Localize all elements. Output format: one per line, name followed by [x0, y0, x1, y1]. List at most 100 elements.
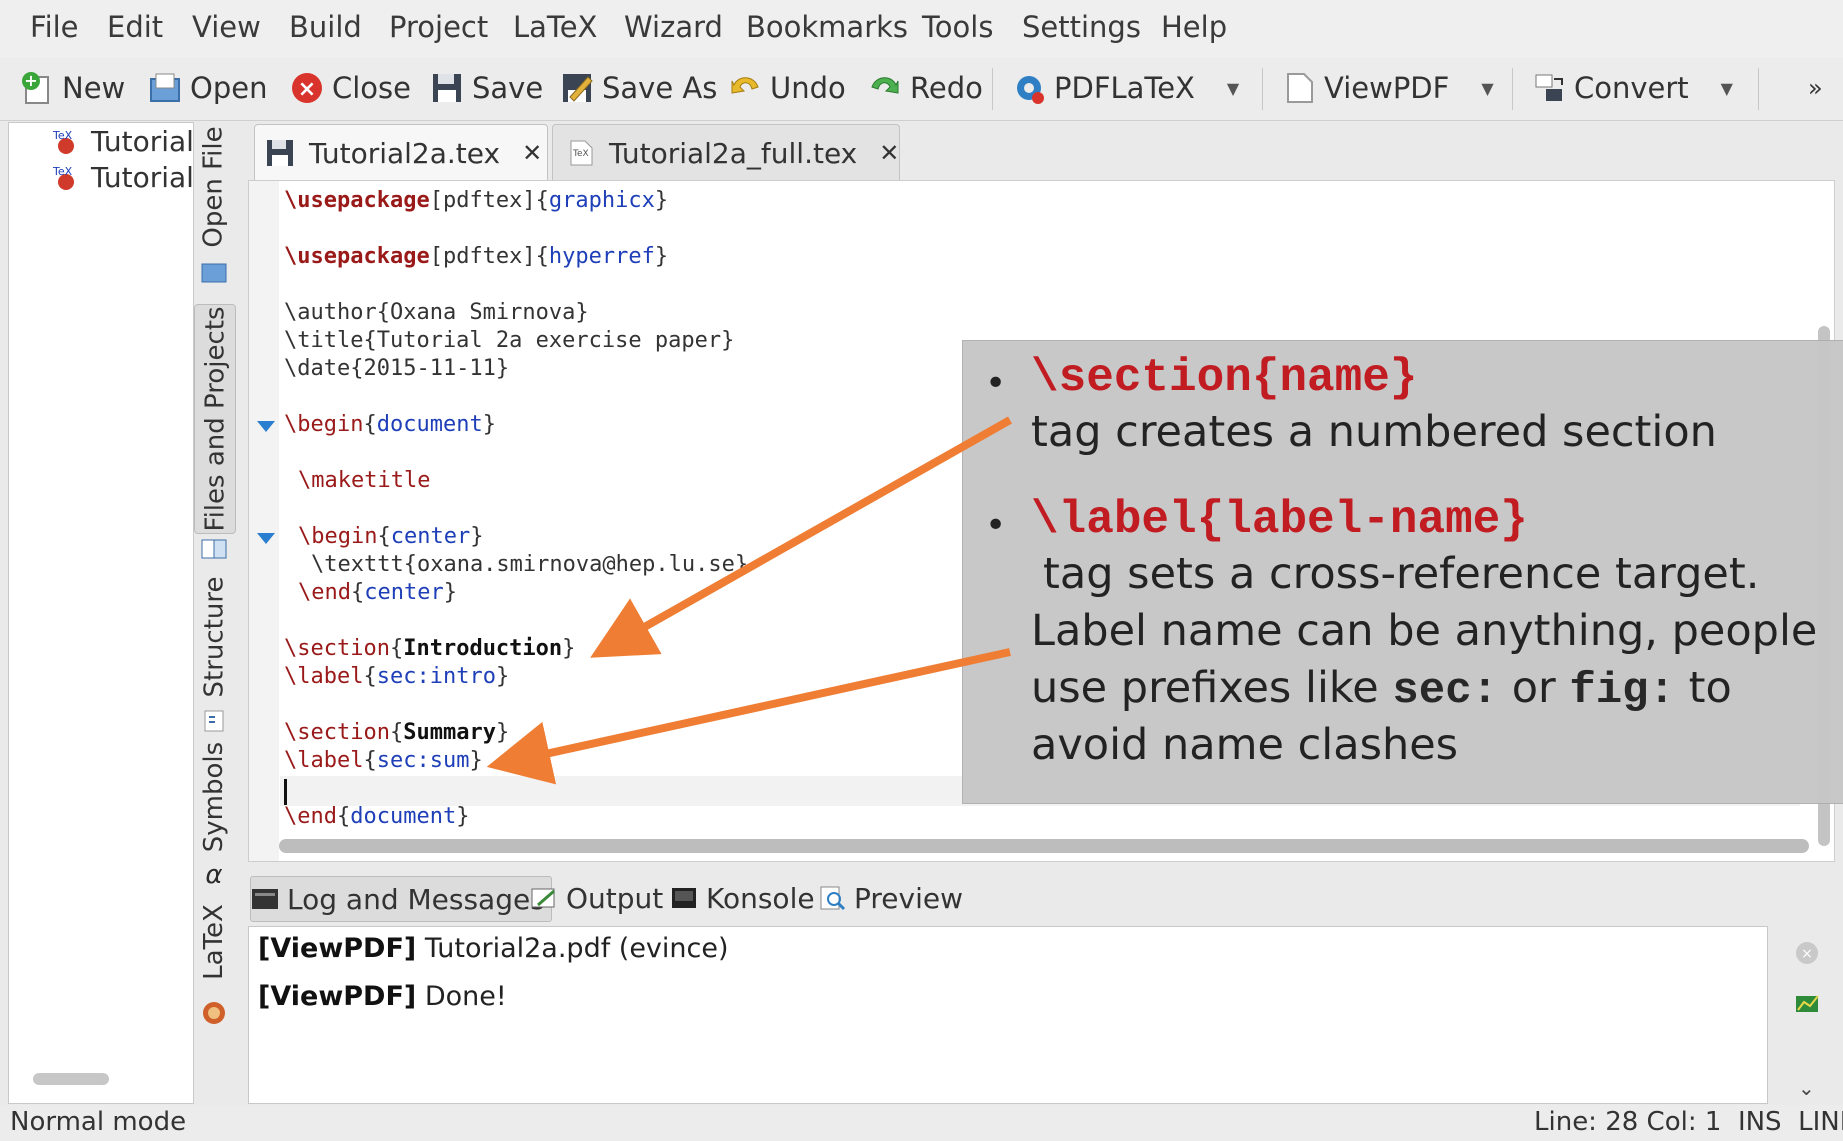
annotation-label-desc-1: tag sets a cross-reference target. — [1043, 549, 1760, 599]
project-tree: TeX Tutorial TeX Tutorial — [8, 122, 194, 1104]
undo-label: Undo — [770, 71, 846, 105]
redo-label: Redo — [910, 71, 983, 105]
close-tab-icon[interactable]: ✕ — [879, 139, 899, 167]
menu-file[interactable]: File — [30, 10, 79, 44]
tab-structure[interactable]: Structure — [194, 572, 234, 702]
new-file-icon: + — [20, 71, 54, 105]
viewpdf-label: ViewPDF — [1324, 71, 1450, 105]
code-line: \section{Introduction} — [284, 636, 576, 661]
tab-preview[interactable]: Preview — [818, 876, 963, 920]
side-panel-tabs: Open File Files and Projects Structure S… — [194, 122, 236, 1027]
tree-horizontal-scrollbar[interactable] — [33, 1073, 109, 1085]
annotation-label-desc-3: use prefixes like sec: or fig: to — [1031, 663, 1732, 716]
code-line: \texttt{oxana.smirnova@hep.lu.se} — [311, 552, 749, 577]
floppy-disk-icon — [265, 138, 295, 168]
code-line: \label{sec:sum} — [284, 748, 483, 773]
convert-icon — [1532, 71, 1566, 105]
svg-text:TeX: TeX — [572, 149, 589, 159]
code-line: \begin{center} — [298, 524, 484, 549]
graph-icon[interactable] — [1794, 990, 1820, 1016]
menu-settings[interactable]: Settings — [1022, 10, 1141, 44]
undo-arrow-icon — [728, 71, 762, 105]
code-line: \label{sec:intro} — [284, 664, 510, 689]
pdflatex-button[interactable]: PDFLaTeX ▼ — [1012, 66, 1239, 110]
tab-konsole[interactable]: Konsole — [670, 876, 815, 920]
chevron-down-icon[interactable]: ▼ — [1227, 79, 1239, 98]
tab-symbols-label: Symbols — [199, 741, 229, 853]
open-label: Open — [190, 71, 268, 105]
log-line: [ViewPDF] Done! — [258, 981, 507, 1012]
svg-text:×: × — [1801, 946, 1813, 962]
text-caret — [284, 779, 287, 805]
tab-label: Log and Messages — [287, 882, 545, 916]
log-icon — [251, 886, 279, 912]
log-messages-panel[interactable]: [ViewPDF] Tutorial2a.pdf (evince) [ViewP… — [248, 926, 1768, 1104]
main-toolbar: + New Open × Close Save Save As Undo Red… — [0, 58, 1843, 121]
menu-tools[interactable]: Tools — [922, 10, 993, 44]
close-label: Close — [332, 71, 411, 105]
menu-help[interactable]: Help — [1161, 10, 1227, 44]
chevron-down-icon[interactable]: ▼ — [1721, 79, 1733, 98]
toolbar-separator — [992, 68, 993, 110]
tab-files-and-projects[interactable]: Files and Projects — [194, 304, 236, 534]
menu-view[interactable]: View — [192, 10, 261, 44]
toolbar-separator — [1758, 68, 1759, 110]
save-button[interactable]: Save — [430, 66, 543, 110]
log-line: [ViewPDF] Tutorial2a.pdf (evince) — [258, 933, 729, 964]
tree-item[interactable]: TeX Tutorial — [51, 125, 194, 158]
code-line: \author{Oxana Smirnova} — [284, 300, 589, 325]
menu-bookmarks[interactable]: Bookmarks — [746, 10, 908, 44]
tex-file-icon: TeX — [51, 165, 77, 191]
terminal-icon — [670, 885, 698, 911]
fold-arrow-icon[interactable] — [257, 533, 275, 544]
new-button[interactable]: + New — [20, 66, 125, 110]
menu-wizard[interactable]: Wizard — [624, 10, 723, 44]
code-line: \maketitle — [298, 468, 431, 493]
tab-label: Tutorial2a_full.tex — [609, 136, 858, 170]
tab-files-label: Files and Projects — [200, 306, 230, 532]
open-button[interactable]: Open — [148, 66, 267, 110]
tree-item[interactable]: TeX Tutorial — [51, 161, 193, 194]
menu-project[interactable]: Project — [389, 10, 488, 44]
annotation-label-desc-4: avoid name clashes — [1031, 720, 1459, 770]
open-folder-icon — [148, 71, 182, 105]
convert-button[interactable]: Convert ▼ — [1532, 66, 1733, 110]
code-line: \section{Summary} — [284, 720, 510, 745]
menu-edit[interactable]: Edit — [107, 10, 163, 44]
viewpdf-button[interactable]: ViewPDF ▼ — [1282, 66, 1494, 110]
toolbar-overflow-button[interactable]: » — [1808, 66, 1823, 110]
redo-button[interactable]: Redo — [868, 66, 983, 110]
chevron-down-icon[interactable]: ▼ — [1481, 79, 1493, 98]
code-line: \usepackage[pdftex]{graphicx} — [284, 188, 669, 213]
close-tab-icon[interactable]: ✕ — [522, 139, 542, 167]
pdflatex-label: PDFLaTeX — [1054, 71, 1195, 105]
structure-icon — [200, 708, 228, 734]
tab-log-and-messages[interactable]: Log and Messages — [250, 876, 552, 922]
tab-open-file[interactable]: Open File — [194, 122, 234, 252]
tab-label: Konsole — [706, 881, 815, 915]
editor-horizontal-scrollbar[interactable] — [279, 839, 1809, 853]
close-button[interactable]: × Close — [290, 66, 411, 110]
code-line: \date{2015-11-11} — [284, 356, 510, 381]
tab-symbols[interactable]: Symbols — [194, 742, 234, 852]
save-as-button[interactable]: Save As — [560, 66, 717, 110]
tab-tutorial2a-full[interactable]: TeX Tutorial2a_full.tex ✕ — [552, 124, 900, 181]
redo-arrow-icon — [868, 71, 902, 105]
save-as-icon — [560, 71, 594, 105]
menu-latex[interactable]: LaTeX — [513, 10, 597, 44]
bullet: • — [985, 363, 1007, 404]
tab-tutorial2a[interactable]: Tutorial2a.tex ✕ — [254, 124, 548, 181]
expand-down-icon[interactable]: ⌄ — [1798, 1076, 1815, 1100]
tab-latex[interactable]: LaTeX — [194, 892, 234, 992]
tab-output[interactable]: Output — [530, 876, 663, 920]
fold-arrow-icon[interactable] — [257, 421, 275, 432]
latex-lion-icon — [200, 1000, 228, 1026]
tree-item-label: Tutorial — [91, 125, 194, 158]
clear-log-icon[interactable]: × — [1794, 940, 1820, 966]
menubar: File Edit View Build Project LaTeX Wizar… — [0, 0, 1843, 58]
menu-build[interactable]: Build — [289, 10, 362, 44]
undo-button[interactable]: Undo — [728, 66, 846, 110]
tab-label: Preview — [854, 881, 963, 915]
status-bar: Normal mode Line: 28 Col: 1 INS LINE — [0, 1105, 1843, 1141]
magnifier-icon — [818, 885, 846, 911]
